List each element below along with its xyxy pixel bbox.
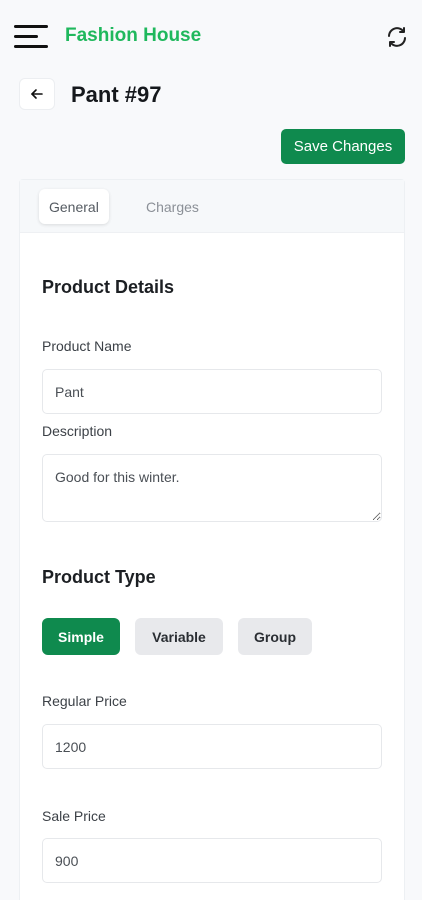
regular-price-label: Regular Price — [42, 693, 127, 709]
tab-general[interactable]: General — [39, 189, 109, 224]
description-label: Description — [42, 423, 113, 439]
sale-price-input[interactable] — [42, 838, 382, 883]
product-type-heading: Product Type — [42, 567, 156, 587]
brand-title: Fashion House — [65, 25, 202, 46]
product-name-input[interactable] — [42, 369, 382, 414]
tab-bar: General Charges — [20, 180, 404, 233]
top-bar: Fashion House — [0, 0, 422, 72]
tab-charges[interactable]: Charges — [136, 189, 209, 224]
product-form-card: General Charges Product Details Product … — [19, 179, 405, 900]
regular-price-input[interactable] — [42, 724, 382, 769]
hamburger-icon[interactable] — [14, 25, 48, 49]
refresh-icon[interactable] — [385, 25, 409, 49]
page-title: Pant #97 — [71, 82, 162, 107]
product-details-heading: Product Details — [42, 277, 175, 297]
sale-price-label: Sale Price — [42, 808, 106, 824]
save-changes-button[interactable]: Save Changes — [281, 129, 405, 164]
type-simple-button[interactable]: Simple — [42, 618, 120, 655]
description-textarea[interactable]: Good for this winter. — [42, 454, 382, 522]
product-name-label: Product Name — [42, 338, 132, 354]
arrow-left-icon — [31, 89, 43, 99]
back-button[interactable] — [19, 78, 55, 110]
app-root: Fashion House Pant #97 Save Changes Gene… — [0, 0, 422, 900]
type-variable-button[interactable]: Variable — [135, 618, 223, 655]
type-group-button[interactable]: Group — [238, 618, 312, 655]
